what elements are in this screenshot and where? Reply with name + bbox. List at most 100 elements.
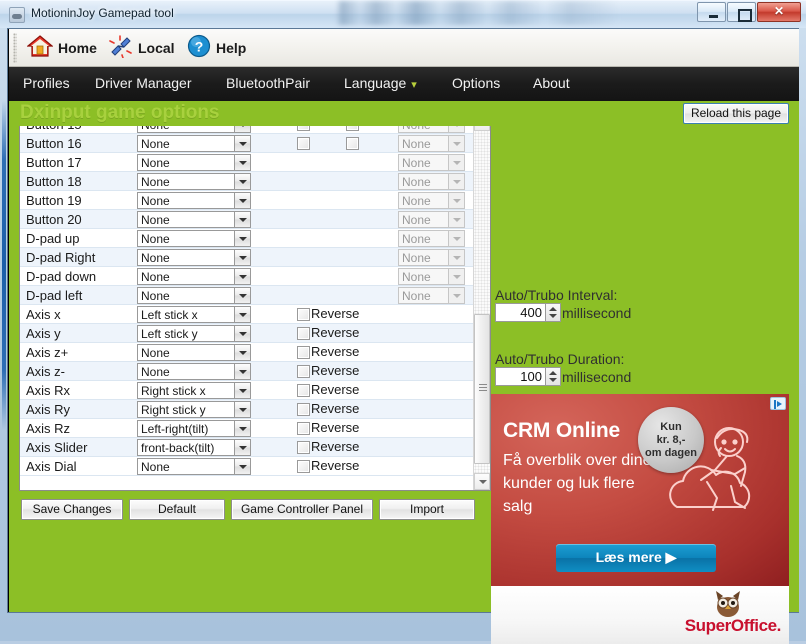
reverse-checkbox[interactable]: [297, 441, 310, 454]
scrollbar-thumb[interactable]: [474, 314, 490, 464]
auto-turbo-duration-input[interactable]: 100: [495, 367, 546, 386]
reverse-checkbox-wrapper[interactable]: Reverse: [297, 306, 359, 321]
menu-item-language[interactable]: Language▾: [344, 75, 417, 91]
secondary-mapping-select[interactable]: None: [398, 192, 465, 209]
chevron-down-icon[interactable]: [448, 230, 465, 247]
reverse-checkbox-wrapper[interactable]: Reverse: [297, 363, 359, 378]
reverse-checkbox-wrapper[interactable]: Reverse: [297, 458, 359, 473]
mapping-select[interactable]: None: [137, 344, 251, 361]
chevron-down-icon[interactable]: [234, 173, 251, 190]
auto-turbo-interval-input[interactable]: 400: [495, 303, 546, 322]
reverse-checkbox[interactable]: [297, 403, 310, 416]
scroll-down-button[interactable]: [474, 473, 490, 490]
chevron-down-icon[interactable]: [448, 287, 465, 304]
maximize-button[interactable]: [727, 2, 756, 22]
mapping-select[interactable]: None: [137, 458, 251, 475]
game-controller-panel-button[interactable]: Game Controller Panel: [231, 499, 373, 520]
menu-item-bluetoothpair[interactable]: BluetoothPair: [226, 75, 310, 91]
chevron-down-icon[interactable]: [448, 211, 465, 228]
reverse-checkbox[interactable]: [297, 460, 310, 473]
mapping-select[interactable]: Left stick x: [137, 306, 251, 323]
auto-checkbox[interactable]: [297, 137, 310, 150]
secondary-mapping-select[interactable]: None: [398, 249, 465, 266]
chevron-down-icon[interactable]: [234, 363, 251, 380]
toolbar-item-local[interactable]: Local: [107, 35, 175, 61]
secondary-mapping-select[interactable]: None: [398, 135, 465, 152]
adchoices-icon[interactable]: [770, 397, 786, 410]
mapping-select[interactable]: front-back(tilt): [137, 439, 251, 456]
mapping-select[interactable]: None: [137, 135, 251, 152]
turbo-checkbox[interactable]: [346, 137, 359, 150]
reverse-checkbox[interactable]: [297, 384, 310, 397]
mapping-select[interactable]: None: [137, 287, 251, 304]
minimize-button[interactable]: [697, 2, 726, 22]
chevron-down-icon[interactable]: [234, 268, 251, 285]
reverse-checkbox-wrapper[interactable]: Reverse: [297, 344, 359, 359]
reverse-checkbox[interactable]: [297, 422, 310, 435]
auto-turbo-duration-stepper[interactable]: 100 millisecond: [495, 367, 631, 386]
interval-spinner-arrows-icon[interactable]: [546, 303, 561, 322]
toolbar-item-home[interactable]: Home: [27, 35, 97, 61]
mapping-select[interactable]: Left stick y: [137, 325, 251, 342]
chevron-down-icon[interactable]: [234, 249, 251, 266]
mapping-select[interactable]: None: [137, 268, 251, 285]
reload-page-button[interactable]: Reload this page: [683, 103, 789, 124]
chevron-down-icon[interactable]: [234, 154, 251, 171]
chevron-down-icon[interactable]: [448, 173, 465, 190]
ad-cta-button[interactable]: Læs mere ▶: [556, 544, 716, 572]
chevron-down-icon[interactable]: [234, 382, 251, 399]
mapping-select[interactable]: None: [137, 154, 251, 171]
secondary-mapping-select[interactable]: None: [398, 268, 465, 285]
reverse-checkbox[interactable]: [297, 327, 310, 340]
import-button[interactable]: Import: [379, 499, 475, 520]
chevron-down-icon[interactable]: [234, 192, 251, 209]
chevron-down-icon[interactable]: [234, 135, 251, 152]
chevron-down-icon[interactable]: [234, 420, 251, 437]
chevron-down-icon[interactable]: [448, 154, 465, 171]
menu-item-profiles[interactable]: Profiles: [23, 75, 70, 91]
mapping-select[interactable]: None: [137, 363, 251, 380]
mapping-select[interactable]: None: [137, 249, 251, 266]
mapping-select[interactable]: None: [137, 211, 251, 228]
reverse-checkbox-wrapper[interactable]: Reverse: [297, 439, 359, 454]
chevron-down-icon[interactable]: [234, 287, 251, 304]
secondary-mapping-select[interactable]: None: [398, 287, 465, 304]
reverse-checkbox[interactable]: [297, 365, 310, 378]
chevron-down-icon[interactable]: [234, 230, 251, 247]
mapping-select[interactable]: Right stick y: [137, 401, 251, 418]
chevron-down-icon[interactable]: [448, 249, 465, 266]
toolbar-item-help[interactable]: ? Help: [187, 35, 246, 61]
chevron-down-icon[interactable]: [234, 211, 251, 228]
mapping-list-scrollbar[interactable]: [473, 114, 490, 490]
default-button[interactable]: Default: [129, 499, 225, 520]
advertisement-banner[interactable]: CRM Online Få overblik over dine kunder …: [491, 394, 789, 644]
secondary-mapping-select[interactable]: None: [398, 211, 465, 228]
chevron-down-icon[interactable]: [234, 325, 251, 342]
reverse-checkbox-wrapper[interactable]: Reverse: [297, 325, 359, 340]
chevron-down-icon[interactable]: [234, 401, 251, 418]
chevron-down-icon[interactable]: [448, 268, 465, 285]
mapping-select[interactable]: Right stick x: [137, 382, 251, 399]
mapping-select[interactable]: Left-right(tilt): [137, 420, 251, 437]
reverse-checkbox-wrapper[interactable]: Reverse: [297, 420, 359, 435]
chevron-down-icon[interactable]: [448, 135, 465, 152]
auto-turbo-interval-stepper[interactable]: 400 millisecond: [495, 303, 631, 322]
chevron-down-icon[interactable]: [234, 458, 251, 475]
duration-spinner-arrows-icon[interactable]: [546, 367, 561, 386]
mapping-select[interactable]: None: [137, 192, 251, 209]
ad-main-area[interactable]: CRM Online Få overblik over dine kunder …: [491, 394, 789, 586]
mapping-select[interactable]: None: [137, 230, 251, 247]
close-button[interactable]: ✕: [757, 2, 801, 22]
chevron-down-icon[interactable]: [234, 439, 251, 456]
secondary-mapping-select[interactable]: None: [398, 154, 465, 171]
chevron-down-icon[interactable]: [448, 192, 465, 209]
reverse-checkbox[interactable]: [297, 308, 310, 321]
reverse-checkbox-wrapper[interactable]: Reverse: [297, 382, 359, 397]
chevron-down-icon[interactable]: [234, 344, 251, 361]
reverse-checkbox[interactable]: [297, 346, 310, 359]
chevron-down-icon[interactable]: [234, 306, 251, 323]
reverse-checkbox-wrapper[interactable]: Reverse: [297, 401, 359, 416]
secondary-mapping-select[interactable]: None: [398, 173, 465, 190]
save-changes-button[interactable]: Save Changes: [21, 499, 123, 520]
menu-item-options[interactable]: Options: [452, 75, 500, 91]
